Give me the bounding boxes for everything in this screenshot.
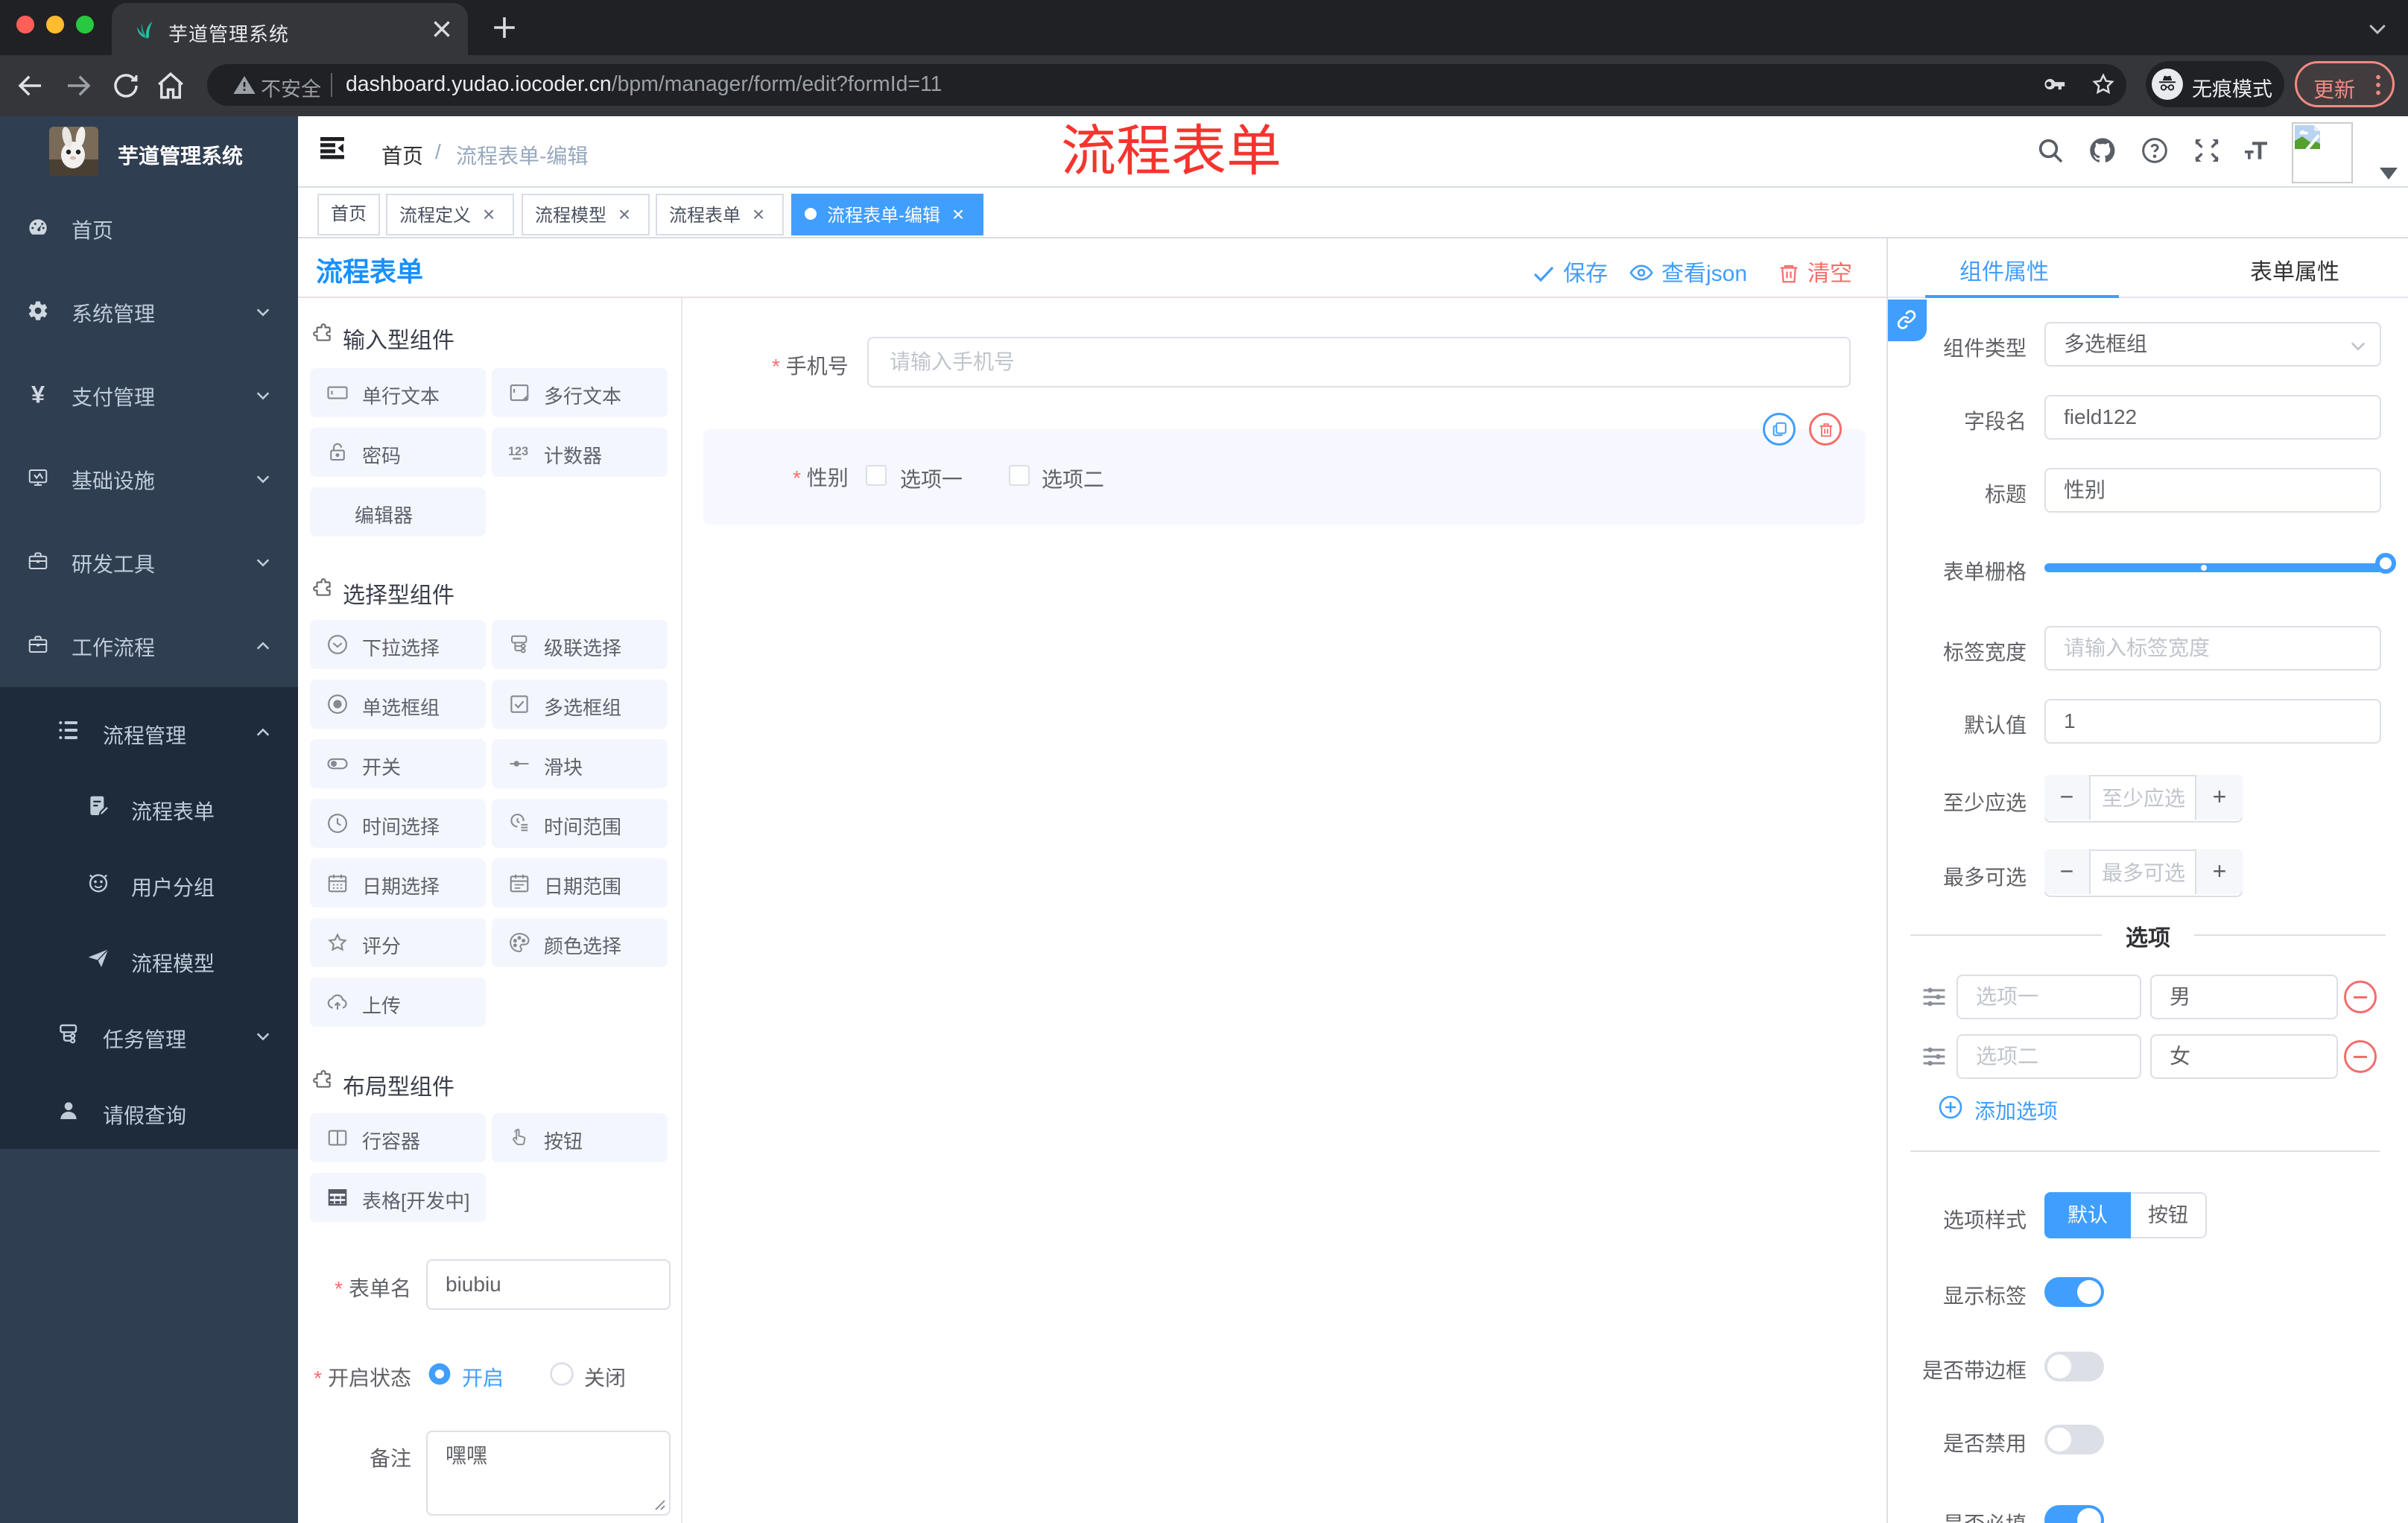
- svg-text:123: 123: [508, 445, 528, 458]
- svg-text:¥: ¥: [31, 381, 45, 408]
